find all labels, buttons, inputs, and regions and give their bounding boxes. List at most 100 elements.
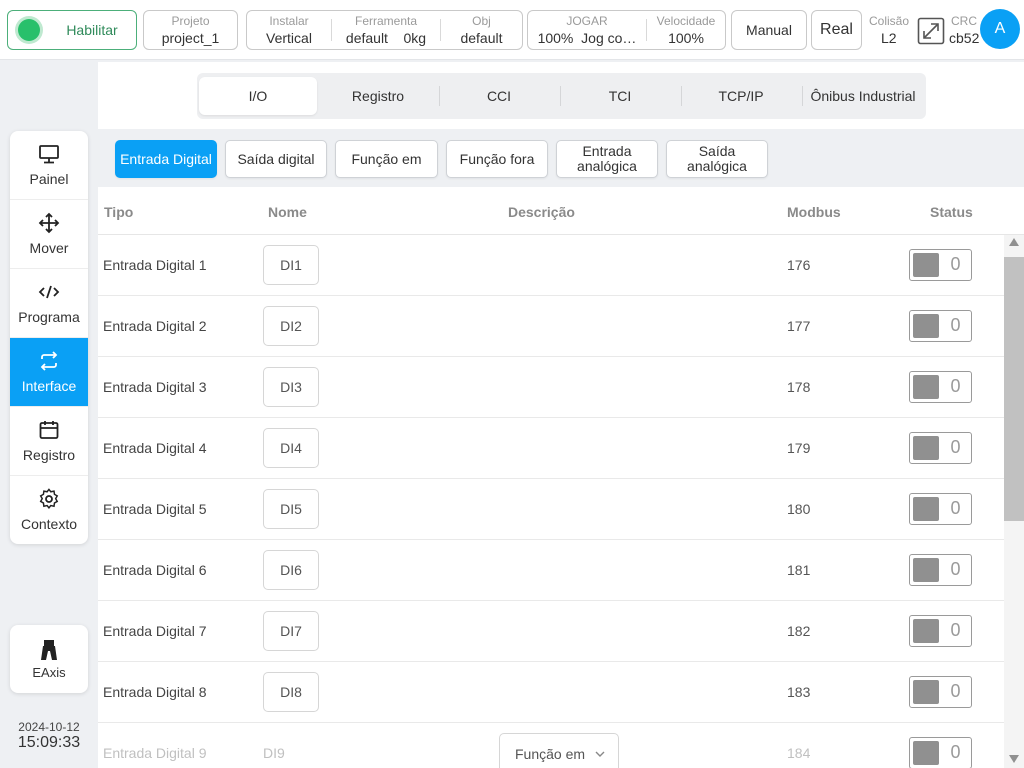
manual-button[interactable]: Manual xyxy=(731,10,807,50)
name-input[interactable]: DI4 xyxy=(263,428,319,468)
scroll-down-arrow-icon[interactable] xyxy=(1008,754,1020,764)
chevron-down-icon xyxy=(595,751,605,757)
cell-tipo: Entrada Digital 2 xyxy=(103,318,207,334)
tab-cci[interactable]: CCI xyxy=(440,77,558,115)
sidebar-item-interface[interactable]: Interface xyxy=(10,338,88,407)
code-icon xyxy=(10,281,88,303)
cell-tipo: Entrada Digital 9 xyxy=(103,745,207,761)
enable-button[interactable]: Habilitar xyxy=(7,10,137,50)
crc-value: cb52 xyxy=(949,30,980,46)
eaxis-icon xyxy=(10,639,88,661)
jog-speed-box[interactable]: JOGAR 100% Jog co… Velocidade 100% xyxy=(527,10,726,50)
install-caption: Instalar xyxy=(269,14,309,28)
status-value: 0 xyxy=(950,498,961,518)
status-toggle[interactable]: 0 xyxy=(909,737,972,768)
table-row: Entrada Digital 4 DI4 179 0 xyxy=(98,418,1004,479)
toggle-knob xyxy=(913,619,939,643)
subtab-saida-digital[interactable]: Saída digital xyxy=(225,140,327,178)
expand-icon[interactable] xyxy=(917,17,945,45)
table-row: Entrada Digital 6 DI6 181 0 xyxy=(98,540,1004,601)
cell-modbus: 178 xyxy=(787,379,811,395)
name-input[interactable]: DI8 xyxy=(263,672,319,712)
status-value: 0 xyxy=(950,742,961,762)
tab-tcpip[interactable]: TCP/IP xyxy=(682,77,800,115)
cell-tipo: Entrada Digital 6 xyxy=(103,562,207,578)
tab-tci[interactable]: TCI xyxy=(561,77,679,115)
name-input[interactable]: DI6 xyxy=(263,550,319,590)
status-value: 0 xyxy=(950,559,961,579)
cell-modbus: 179 xyxy=(787,440,811,456)
install-value: Vertical xyxy=(266,30,312,46)
toggle-knob xyxy=(913,680,939,704)
system-date: 2024-10-12 xyxy=(18,720,80,734)
install-tool-object-box[interactable]: Instalar Vertical Ferramenta default 0kg… xyxy=(246,10,523,50)
scroll-up-arrow-icon[interactable] xyxy=(1008,237,1020,247)
toggle-knob xyxy=(913,253,939,277)
sidebar-item-label: Painel xyxy=(29,171,69,187)
status-toggle[interactable]: 0 xyxy=(909,615,972,647)
name-input[interactable]: DI2 xyxy=(263,306,319,346)
project-box[interactable]: Projeto project_1 xyxy=(143,10,238,50)
table-header: Tipo Nome Descrição Modbus Status xyxy=(98,187,1024,235)
header-status: Status xyxy=(930,204,973,220)
sidebar-item-label: Programa xyxy=(18,309,80,325)
description-select[interactable]: Função em xyxy=(499,733,619,768)
tab-registro[interactable]: Registro xyxy=(319,77,437,115)
subtab-funcao-fora[interactable]: Função fora xyxy=(446,140,548,178)
cell-tipo: Entrada Digital 8 xyxy=(103,684,207,700)
system-time: 15:09:33 xyxy=(17,734,81,751)
speed-value: 100% xyxy=(668,30,704,46)
name-input[interactable]: DI5 xyxy=(263,489,319,529)
sidebar-item-label: Registro xyxy=(22,447,76,463)
name-input[interactable]: DI9 xyxy=(263,733,319,768)
name-input[interactable]: DI7 xyxy=(263,611,319,651)
real-button[interactable]: Real xyxy=(811,10,862,50)
main-panel: I/O Registro CCI TCI TCP/IP Ônibus Indus… xyxy=(98,62,1024,768)
toggle-knob xyxy=(913,558,939,582)
status-toggle[interactable]: 0 xyxy=(909,676,972,708)
user-avatar[interactable]: A xyxy=(980,9,1020,49)
name-input[interactable]: DI1 xyxy=(263,245,319,285)
top-bar: Habilitar Projeto project_1 Instalar Ver… xyxy=(0,0,1024,60)
status-toggle[interactable]: 0 xyxy=(909,310,972,342)
subtab-funcao-em[interactable]: Função em xyxy=(335,140,438,178)
main-tabs: I/O Registro CCI TCI TCP/IP Ônibus Indus… xyxy=(197,73,926,119)
sidebar-item-contexto[interactable]: Contexto xyxy=(10,476,88,544)
jog-caption: JOGAR xyxy=(566,14,608,28)
description-select-value: Função em xyxy=(515,746,586,762)
toggle-knob xyxy=(913,497,939,521)
eaxis-button[interactable]: EAxis xyxy=(10,625,88,693)
collision-caption: Colisão xyxy=(869,14,910,28)
sidebar-item-registro[interactable]: Registro xyxy=(10,407,88,476)
table-row: Entrada Digital 3 DI3 178 0 xyxy=(98,357,1004,418)
sidebar-item-painel[interactable]: Painel xyxy=(10,131,88,200)
project-value: project_1 xyxy=(161,30,220,46)
status-toggle[interactable]: 0 xyxy=(909,493,972,525)
subtab-saida-analogica[interactable]: Saída analógica xyxy=(666,140,768,178)
subtab-entrada-analogica[interactable]: Entrada analógica xyxy=(556,140,658,178)
name-input[interactable]: DI3 xyxy=(263,367,319,407)
scroll-thumb[interactable] xyxy=(1004,257,1024,521)
cell-modbus: 184 xyxy=(787,745,811,761)
digital-input-table: Entrada Digital 1 DI1 176 0 Entrada Digi… xyxy=(98,235,1004,768)
status-toggle[interactable]: 0 xyxy=(909,432,972,464)
jog-percent: 100% xyxy=(537,30,574,46)
sidebar-item-label: Contexto xyxy=(20,516,78,532)
status-toggle[interactable]: 0 xyxy=(909,554,972,586)
sidebar-item-mover[interactable]: Mover xyxy=(10,200,88,269)
status-toggle[interactable]: 0 xyxy=(909,249,972,281)
tab-io[interactable]: I/O xyxy=(199,77,317,115)
object-caption: Obj xyxy=(472,14,491,28)
status-toggle[interactable]: 0 xyxy=(909,371,972,403)
tab-onibus-industrial[interactable]: Ônibus Industrial xyxy=(803,77,923,115)
status-value: 0 xyxy=(950,437,961,457)
sidebar-item-label: Mover xyxy=(29,240,69,256)
cell-tipo: Entrada Digital 4 xyxy=(103,440,207,456)
sidebar: Painel Mover Programa Interface Registro… xyxy=(10,131,88,544)
header-modbus: Modbus xyxy=(787,204,841,220)
cell-modbus: 177 xyxy=(787,318,811,334)
sidebar-item-programa[interactable]: Programa xyxy=(10,269,88,338)
table-scrollbar[interactable] xyxy=(1004,235,1024,768)
table-row: Entrada Digital 9 DI9 Função em 184 0 xyxy=(98,723,1004,768)
subtab-entrada-digital[interactable]: Entrada Digital xyxy=(115,140,217,178)
